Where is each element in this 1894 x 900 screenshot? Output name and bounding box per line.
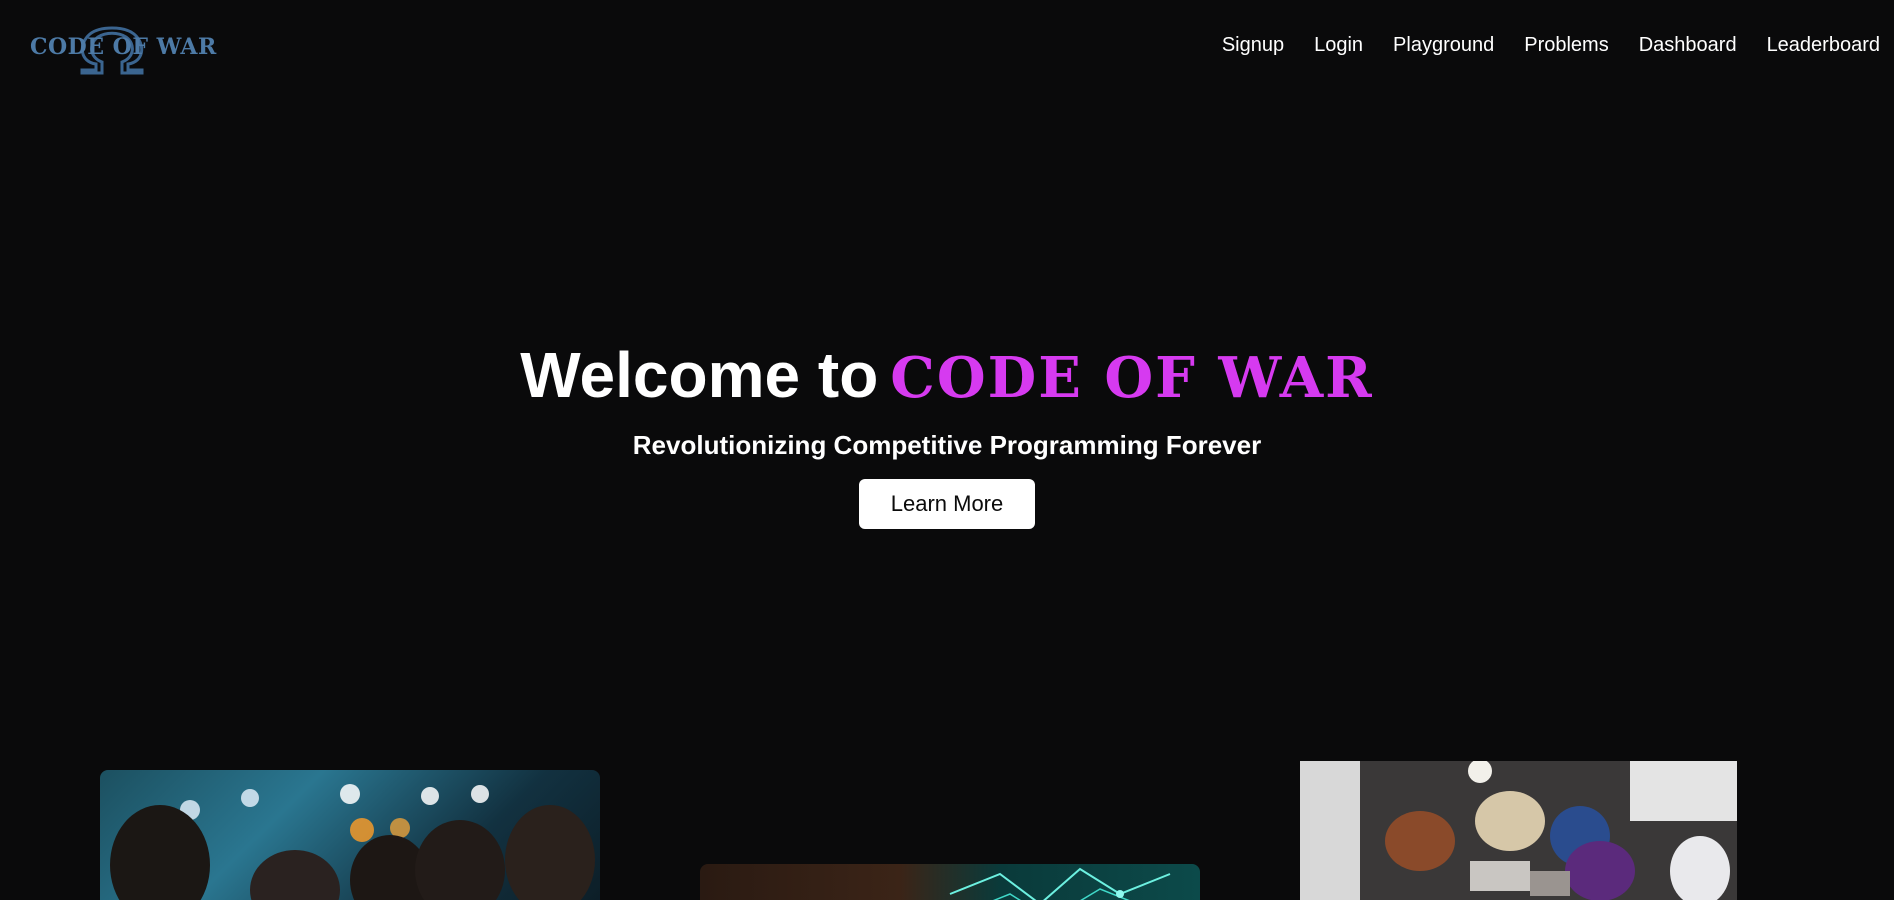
nav-link-problems[interactable]: Problems [1524,34,1608,57]
hero-title: Welcome to CODE OF WAR [0,335,1894,418]
nav-link-playground[interactable]: Playground [1393,34,1494,57]
page: CODE OF WAR Signup Login Playground Prob… [0,0,1894,900]
hero-title-prefix: Welcome to [520,339,879,411]
hackathon-overhead-photo [1300,761,1737,900]
hero-section: Welcome to CODE OF WAR Revolutionizing Co… [0,335,1894,529]
nav-link-login[interactable]: Login [1314,34,1363,57]
site-header: CODE OF WAR Signup Login Playground Prob… [0,0,1894,96]
nav-link-dashboard[interactable]: Dashboard [1639,34,1737,57]
learn-more-button[interactable]: Learn More [859,479,1035,529]
nav-link-signup[interactable]: Signup [1222,34,1284,57]
nav-link-leaderboard[interactable]: Leaderboard [1767,34,1880,57]
hero-title-brand: CODE OF WAR [890,345,1374,411]
students-coding-photo [100,770,600,900]
logo-text: CODE OF WAR [30,34,217,60]
hero-subtitle: Revolutionizing Competitive Programming … [632,430,1262,460]
site-logo[interactable]: CODE OF WAR [30,16,217,76]
main-nav: Signup Login Playground Problems Dashboa… [1222,34,1880,57]
neon-circuit-photo [700,864,1200,900]
